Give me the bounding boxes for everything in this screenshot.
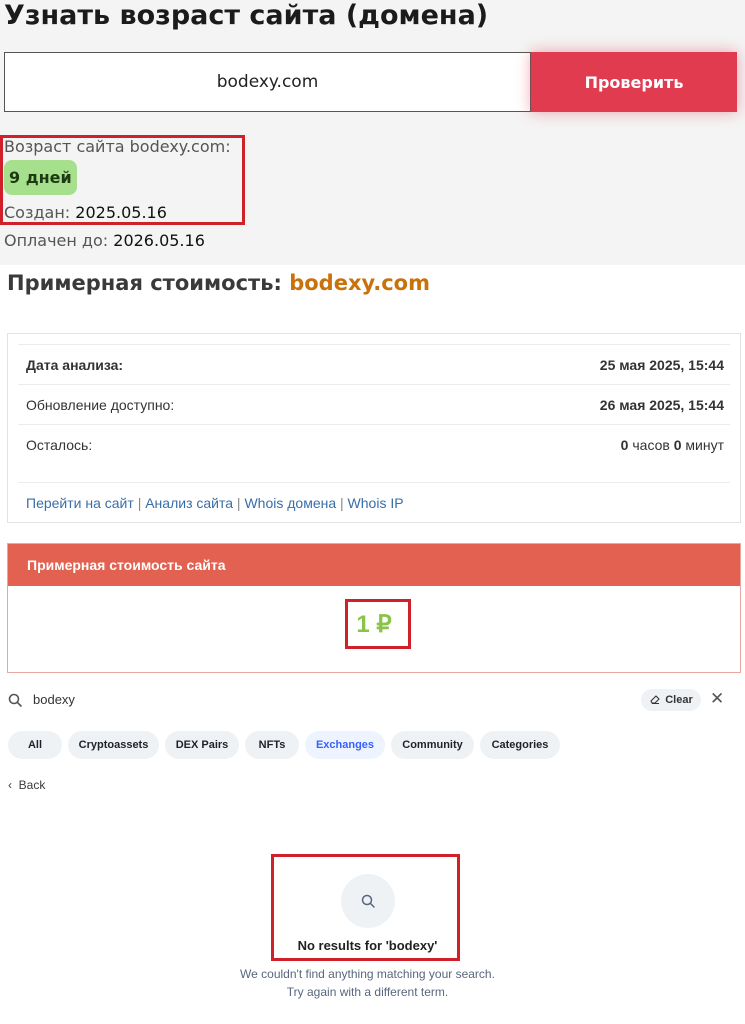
highlight-box-age [0,135,245,225]
filter-chip-cryptoassets[interactable]: Cryptoassets [68,731,159,759]
cost-title: Примерная стоимость: bodexy.com [7,271,430,295]
hours-unit: часов [632,437,670,453]
filter-chip-dex-pairs[interactable]: DEX Pairs [165,731,239,759]
link-separator: | [236,495,241,511]
filter-chip-exchanges[interactable]: Exchanges [305,731,385,759]
filter-chip-nfts[interactable]: NFTs [245,731,299,759]
paid-value: 2026.05.16 [113,231,205,250]
highlight-box-no-results [271,854,460,961]
empty-desc-line-2: Try again with a different term. [286,985,449,999]
cost-title-prefix: Примерная стоимость: [7,271,282,295]
hours-num: 0 [620,437,629,453]
page-title: Узнать возраст сайта (домена) [4,0,489,31]
links-row: Перейти на сайт | Анализ сайта | Whois д… [18,482,730,523]
info-row-key: Дата анализа: [26,357,124,373]
price-card-header: Примерная стоимость сайта [8,544,740,586]
analysis-info-card: Дата анализа: 25 мая 2025, 15:44 Обновле… [7,333,741,523]
info-row-key: Осталось: [26,437,93,453]
info-row-analysis-date: Дата анализа: 25 мая 2025, 15:44 [18,344,730,382]
empty-state-description: We couldn't find anything matching your … [0,965,735,1001]
minutes-unit: минут [685,437,724,453]
search-icon [7,692,23,708]
info-row-update-available: Обновление доступно: 26 мая 2025, 15:44 [18,384,730,422]
link-whois-domain[interactable]: Whois домена [244,495,336,511]
back-button[interactable]: ‹ Back [8,778,45,792]
minutes-num: 0 [673,437,682,453]
filter-chip-community[interactable]: Community [391,731,474,759]
info-row-key: Обновление доступно: [26,397,175,413]
search-input[interactable]: bodexy [33,692,75,707]
eraser-icon [649,693,661,708]
cost-title-domain: bodexy.com [289,271,430,295]
paid-label: Оплачен до: [4,231,109,250]
info-row-value: 0 часов 0 минут [621,437,724,453]
info-row-value: 25 мая 2025, 15:44 [599,357,724,373]
filter-chip-all[interactable]: All [8,731,62,759]
link-go-to-site[interactable]: Перейти на сайт [26,495,134,511]
clear-label: Clear [665,694,693,706]
domain-input[interactable] [4,52,531,112]
link-whois-ip[interactable]: Whois IP [348,495,404,511]
link-separator: | [340,495,344,511]
domain-age-section: Узнать возраст сайта (домена) Проверить … [0,0,745,265]
paid-line: Оплачен до: 2026.05.16 [4,231,205,250]
highlight-box-price [345,599,411,649]
chevron-left-icon: ‹ [8,778,12,792]
link-site-analysis[interactable]: Анализ сайта [145,495,233,511]
empty-desc-line-1: We couldn't find anything matching your … [240,967,495,981]
clear-button[interactable]: Clear [641,689,701,711]
link-separator: | [137,495,142,511]
check-button[interactable]: Проверить [531,52,737,112]
info-row-remaining: Осталось: 0 часов 0 минут [18,424,730,462]
back-label: Back [18,778,46,792]
close-icon[interactable]: ✕ [710,690,726,708]
filter-chip-categories[interactable]: Categories [480,731,560,759]
info-row-value: 26 мая 2025, 15:44 [599,397,724,413]
